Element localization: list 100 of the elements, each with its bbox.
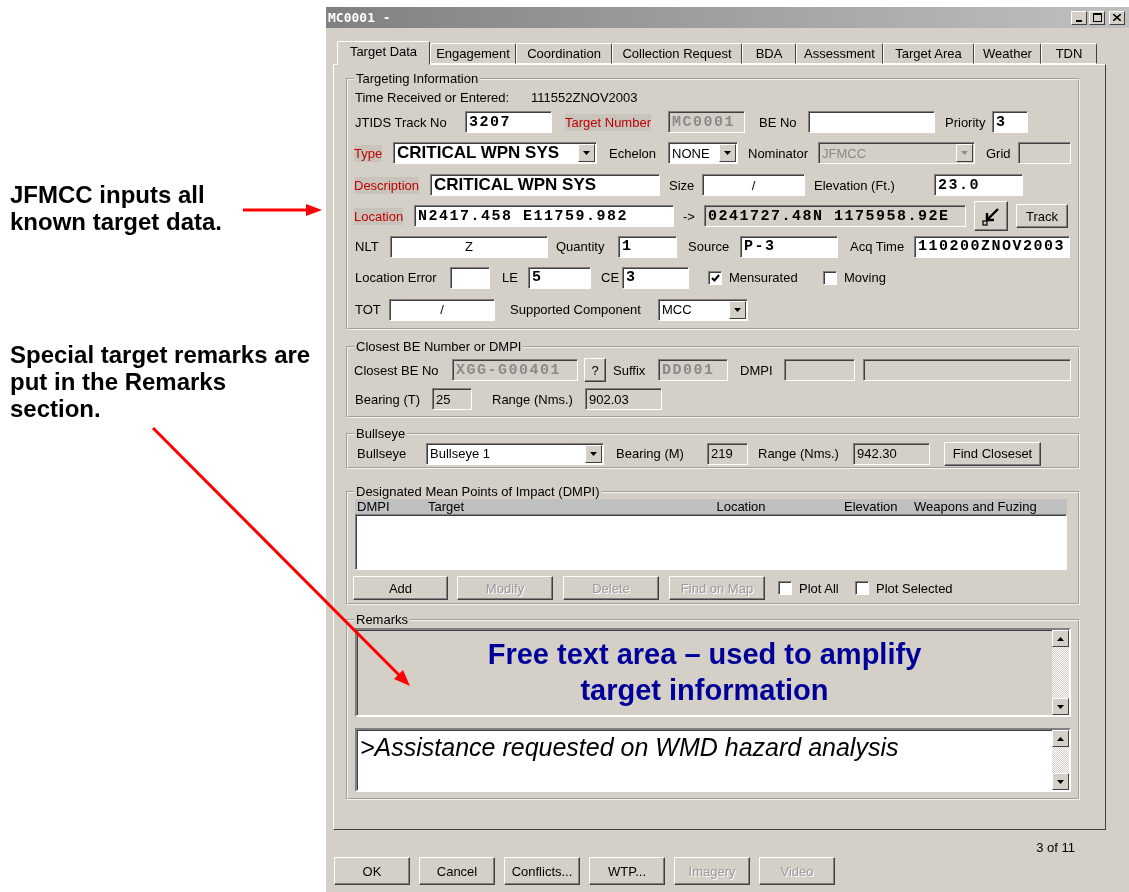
group-title: Targeting Information xyxy=(355,72,480,86)
text-field[interactable]: 110200ZNOV2003 xyxy=(914,235,1070,258)
close-icon xyxy=(1113,14,1121,21)
remarks-entry: >Assistance requested on WMD hazard analysis xyxy=(360,733,899,763)
text-field[interactable]: P-3 xyxy=(740,235,838,258)
maximize-button[interactable] xyxy=(1089,10,1105,25)
text-field[interactable]: 3 xyxy=(992,111,1028,133)
field-label: DMPI xyxy=(740,361,773,379)
checkbox-label: Plot All xyxy=(799,579,839,597)
checkbox-label: Moving xyxy=(844,269,886,286)
dropdown-field[interactable]: MCC xyxy=(658,298,748,321)
text-field[interactable] xyxy=(808,111,935,133)
field-label: Grid xyxy=(986,144,1011,162)
up-arrow-icon xyxy=(1057,736,1064,741)
group-title: Remarks xyxy=(355,613,409,627)
checkbox[interactable] xyxy=(708,270,722,285)
text-field[interactable]: 3 xyxy=(622,266,689,289)
scroll-up-button[interactable] xyxy=(1052,730,1069,747)
text-field[interactable]: / xyxy=(702,174,805,196)
text-field[interactable]: 219 xyxy=(707,442,748,465)
down-arrow-icon xyxy=(1057,779,1064,784)
tab[interactable]: Target Area xyxy=(883,43,974,64)
tab[interactable]: Collection Request xyxy=(612,43,742,64)
field-label: Type xyxy=(354,144,383,162)
scroll-up-button[interactable] xyxy=(1052,630,1069,647)
button[interactable]: Find Closeset xyxy=(944,441,1041,466)
field-label: Quantity xyxy=(556,238,605,255)
tab[interactable]: Assessment xyxy=(796,43,883,64)
text-field[interactable]: 5 xyxy=(528,266,591,289)
dmpi-list[interactable] xyxy=(355,514,1067,570)
tab[interactable]: Weather xyxy=(974,43,1041,64)
button[interactable]: Conflicts... xyxy=(504,857,580,885)
column-header[interactable]: Location xyxy=(638,499,842,514)
scrollbar[interactable] xyxy=(1052,730,1069,790)
group-title: Designated Mean Points of Impact (DMPI) xyxy=(355,485,601,499)
scrollbar[interactable] xyxy=(1052,630,1069,715)
dropdown-field[interactable]: Bullseye 1 xyxy=(426,442,604,465)
tab[interactable]: Engagement xyxy=(430,43,516,64)
tab[interactable]: TDN xyxy=(1041,43,1097,64)
scroll-down-button[interactable] xyxy=(1052,773,1069,790)
button[interactable]: Track xyxy=(1016,204,1068,228)
field-label: Range (Nms.) xyxy=(492,390,573,408)
field-label: LE xyxy=(502,269,518,286)
field-label: Bullseye xyxy=(357,445,407,462)
checkbox[interactable] xyxy=(855,581,869,595)
text-field[interactable]: / xyxy=(389,298,495,321)
dropdown-field[interactable]: CRITICAL WPN SYS xyxy=(393,142,597,164)
button[interactable]: Add xyxy=(353,576,448,600)
field-label: Source xyxy=(688,238,730,255)
text-field[interactable]: 3207 xyxy=(465,111,552,133)
field-label: Bearing (M) xyxy=(616,445,684,462)
field-label: Location xyxy=(354,207,404,225)
text-field[interactable]: 942.30 xyxy=(853,442,930,465)
column-header[interactable]: Target xyxy=(426,499,638,514)
field-label: Time Received or Entered: xyxy=(355,89,510,106)
minimize-button[interactable] xyxy=(1071,10,1087,25)
text-field[interactable]: 1 xyxy=(618,235,677,258)
field-label: BE No xyxy=(759,113,797,131)
button[interactable]: OK xyxy=(334,857,410,885)
remarks-text: Free text area – used to amplify target information xyxy=(486,637,923,708)
field-label: -> xyxy=(683,207,695,225)
text-field[interactable]: 23.0 xyxy=(934,174,1023,196)
checkbox[interactable] xyxy=(823,270,837,285)
timestamp-text: 111552ZNOV2003 xyxy=(531,89,638,106)
text-area[interactable]: >Assistance requested on WMD hazard analysis xyxy=(355,728,1071,792)
text-field[interactable]: 0241727.48N 1175958.92E xyxy=(704,205,966,227)
field-label: Supported Component xyxy=(510,301,641,318)
field-label: Nominator xyxy=(748,144,808,162)
text-field[interactable]: CRITICAL WPN SYS xyxy=(430,174,660,196)
checkbox-label: Plot Selected xyxy=(876,579,953,597)
tab[interactable]: BDA xyxy=(742,43,796,64)
text-area[interactable]: Free text area – used to amplify target information xyxy=(355,628,1071,717)
button[interactable]: ? xyxy=(584,358,606,382)
annotation-text: JFMCC inputs all known target data. xyxy=(10,181,224,235)
dropdown-field[interactable]: NONE xyxy=(668,142,738,164)
tab[interactable]: Coordination xyxy=(516,43,612,64)
column-header[interactable]: DMPI xyxy=(355,499,426,514)
text-field[interactable]: Z xyxy=(390,235,548,258)
checkbox[interactable] xyxy=(778,581,792,595)
column-header[interactable]: Elevation xyxy=(842,499,912,514)
button[interactable]: Cancel xyxy=(419,857,495,885)
tab[interactable]: Target Data xyxy=(337,41,430,65)
checkbox-label: Mensurated xyxy=(729,269,798,286)
text-field[interactable]: N2417.458 E11759.982 xyxy=(414,205,674,227)
text-field[interactable]: 902.03 xyxy=(585,388,662,410)
scroll-down-button[interactable] xyxy=(1052,698,1069,715)
field-label: Range (Nms.) xyxy=(758,445,839,462)
record-counter: 3 of 11 xyxy=(1036,840,1075,855)
locate-button[interactable] xyxy=(974,201,1008,231)
field-label: CE xyxy=(601,269,620,286)
close-button[interactable] xyxy=(1109,10,1125,25)
text-field[interactable] xyxy=(450,266,490,289)
field-label: JTIDS Track No xyxy=(355,113,447,131)
button[interactable]: WTP... xyxy=(589,857,665,885)
column-header[interactable]: Weapons and Fuzing xyxy=(912,499,1067,514)
field-label: Size xyxy=(669,176,695,194)
field-label: TOT xyxy=(355,301,381,318)
maximize-icon xyxy=(1092,13,1102,22)
text-field[interactable]: 25 xyxy=(432,388,472,410)
group-title: Closest BE Number or DMPI xyxy=(355,340,523,354)
